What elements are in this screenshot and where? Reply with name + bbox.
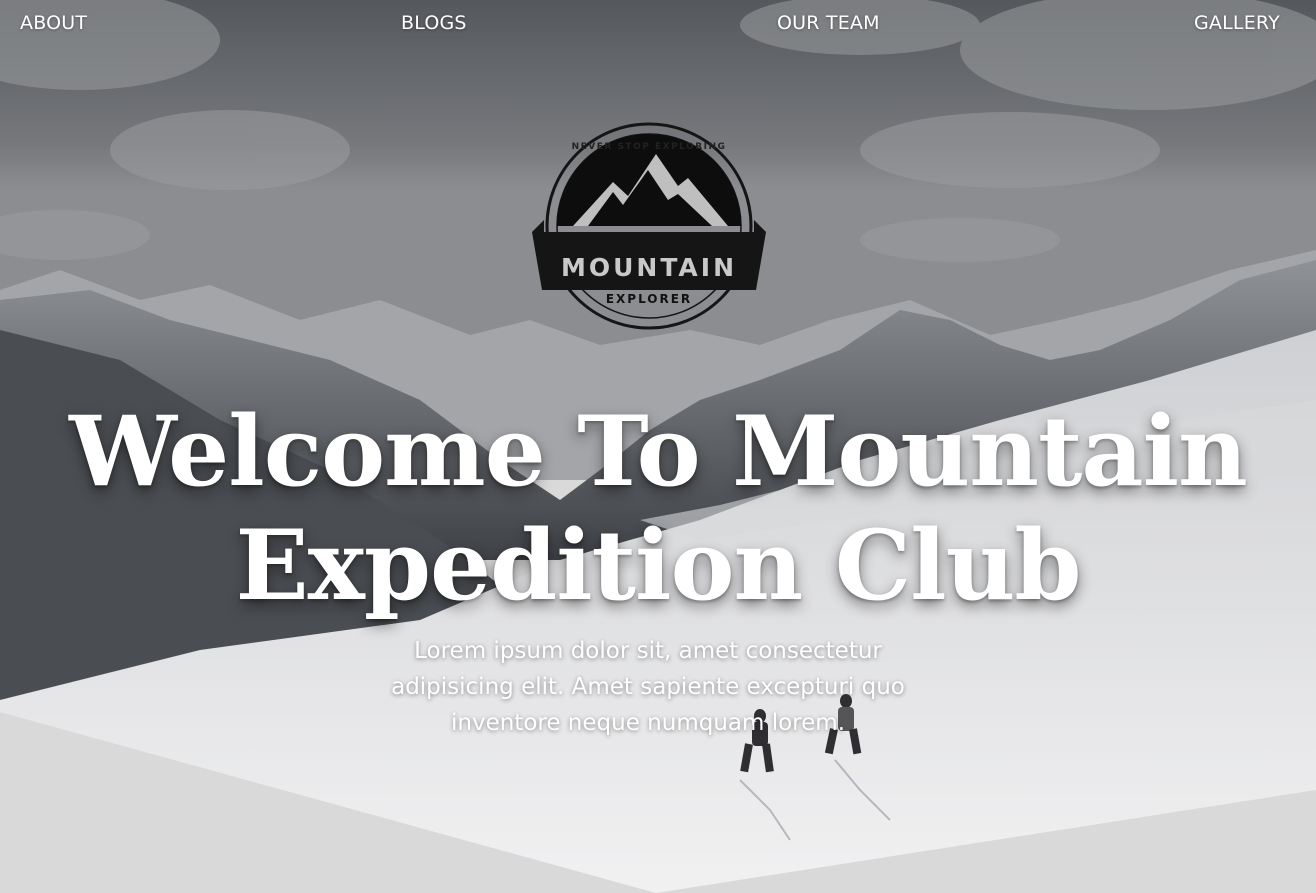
logo-name: MOUNTAIN bbox=[560, 253, 738, 282]
nav-link-gallery[interactable]: GALLERY bbox=[1194, 12, 1280, 34]
top-navigation: ABOUT BLOGS OUR TEAM GALLERY bbox=[0, 0, 1316, 50]
logo-subtitle: EXPLORER bbox=[605, 292, 693, 306]
nav-link-about[interactable]: ABOUT bbox=[20, 12, 87, 34]
logo-tagline: NEVER STOP EXPLORING bbox=[571, 142, 727, 152]
nav-link-our-team[interactable]: OUR TEAM bbox=[777, 12, 880, 34]
hero-headline-line-1: Welcome To Mountain bbox=[69, 395, 1248, 508]
hero-section: ABOUT BLOGS OUR TEAM GALLERY NEVER STOP … bbox=[0, 0, 1316, 893]
mountain-explorer-logo[interactable]: NEVER STOP EXPLORING MOUNTAIN EXPLORER bbox=[528, 120, 770, 332]
hero-headline-line-2: Expedition Club bbox=[235, 509, 1081, 622]
nav-link-blogs[interactable]: BLOGS bbox=[401, 12, 467, 34]
hero-description: Lorem ipsum dolor sit, amet consectetur … bbox=[391, 638, 905, 736]
hero-headline: Welcome To Mountain Expedition Club bbox=[0, 395, 1316, 623]
